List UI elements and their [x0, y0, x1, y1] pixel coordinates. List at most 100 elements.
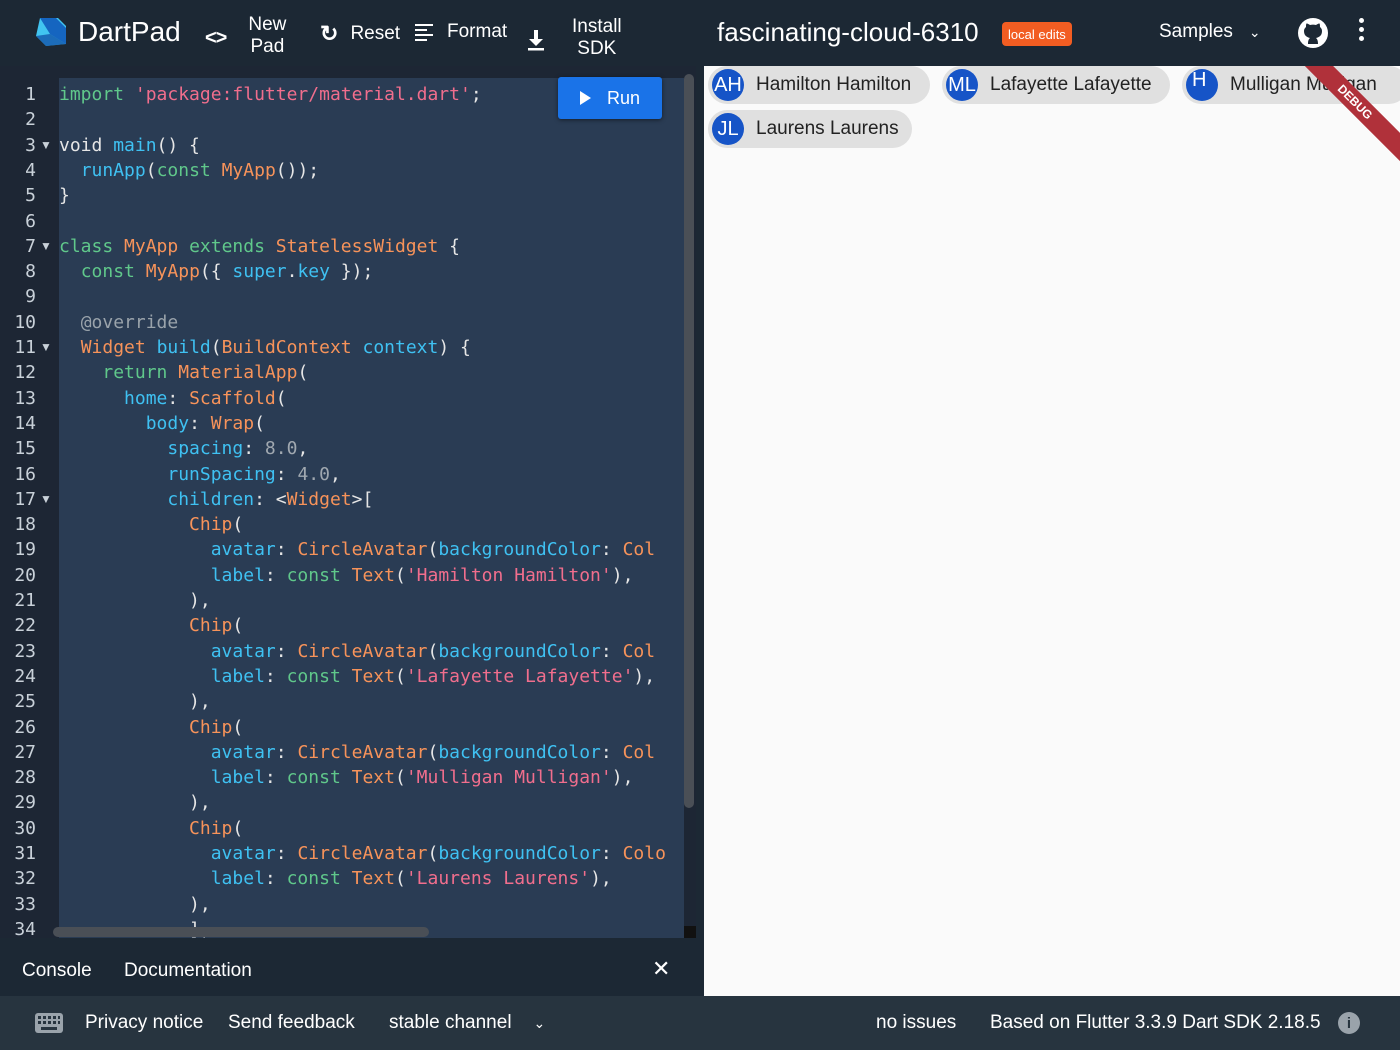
keyboard-icon	[35, 1013, 63, 1033]
code-token: import	[59, 84, 125, 105]
new-pad-label-1: New	[248, 14, 287, 35]
code-line: avatar: CircleAvatar(backgroundColor: Co…	[59, 537, 655, 562]
horizontal-scrollbar[interactable]	[53, 927, 429, 937]
line-number: 34	[14, 918, 36, 938]
code-line: label: const Text('Hamilton Hamilton'),	[59, 563, 634, 588]
code-line: ),	[59, 892, 211, 917]
code-token: home	[124, 387, 168, 409]
tab-documentation[interactable]: Documentation	[124, 960, 252, 982]
line-number: 22	[14, 615, 36, 637]
fold-arrow-icon[interactable]: ▼	[40, 133, 52, 158]
code-token: :	[600, 741, 623, 763]
code-token: CircleAvatar	[297, 843, 428, 864]
code-line: avatar: CircleAvatar(backgroundColor: Co…	[59, 639, 655, 664]
samples-dropdown[interactable]: Samples ⌄	[1159, 21, 1261, 43]
install-sdk-button[interactable]: Install SDK	[526, 16, 622, 60]
format-button[interactable]: Format	[414, 21, 507, 43]
line-number: 3	[25, 134, 36, 156]
line-number: 28	[14, 767, 36, 789]
code-line: Chip(	[59, 512, 243, 537]
code-token: :	[275, 539, 298, 561]
github-button[interactable]	[1297, 17, 1329, 49]
chip[interactable]: ML Lafayette Lafayette	[942, 66, 1170, 104]
code-token: ,	[329, 463, 341, 485]
code-token: avatar	[210, 539, 276, 561]
code-token: ),	[59, 590, 211, 611]
code-token: const	[286, 868, 341, 890]
new-pad-button[interactable]: <> New Pad	[205, 14, 286, 58]
code-line: return MaterialApp(	[59, 360, 308, 385]
code-token: (	[394, 564, 406, 586]
chip[interactable]: H Mulligan Mulligan	[1182, 66, 1400, 104]
app-preview[interactable]: AH Hamilton Hamilton ML Lafayette Lafaye…	[704, 66, 1400, 996]
close-icon[interactable]: ✕	[652, 956, 670, 982]
line-number: 7	[25, 235, 36, 257]
privacy-notice-link[interactable]: Privacy notice	[85, 996, 203, 1050]
dartpad-logo: DartPad	[32, 14, 181, 50]
code-line: runApp(const MyApp());	[59, 158, 319, 183]
reset-label: Reset	[350, 23, 401, 44]
fold-arrow-icon[interactable]: ▼	[40, 234, 52, 259]
code-token: runApp	[80, 159, 146, 181]
code-token: ) {	[438, 337, 471, 358]
fold-arrow-icon[interactable]: ▼	[40, 487, 52, 512]
send-feedback-link[interactable]: Send feedback	[228, 996, 355, 1050]
line-number: 29	[14, 792, 36, 814]
channel-dropdown[interactable]: stable channel ⌄	[389, 996, 545, 1050]
code-token: 'Laurens Laurens'	[405, 868, 591, 890]
chip-avatar: JL	[712, 113, 744, 145]
status-footer: Privacy notice Send feedback stable chan…	[0, 996, 1400, 1050]
tab-console[interactable]: Console	[22, 960, 92, 982]
fold-arrow-icon[interactable]: ▼	[40, 335, 52, 360]
more-vert-icon	[1359, 18, 1364, 41]
chip[interactable]: AH Hamilton Hamilton	[708, 66, 930, 104]
reset-button[interactable]: ↻ Reset	[320, 21, 400, 47]
code-token: Col	[622, 539, 656, 561]
code-token: Chip	[189, 817, 233, 839]
play-icon	[579, 91, 591, 105]
info-button[interactable]: i	[1338, 996, 1360, 1050]
pad-title: fascinating-cloud-6310	[717, 17, 979, 47]
code-token: 4.0	[297, 463, 330, 485]
code-editor[interactable]: 1 2 3 ▼ 4 5 6 7 ▼ 8 9 10 11 ▼ 12 13 14 15 16 17 ▼ 18 19 20 21 22 2…	[0, 66, 696, 938]
code-token: ),	[611, 767, 634, 789]
vertical-scrollbar[interactable]	[684, 74, 694, 808]
code-token: Text	[351, 665, 395, 687]
code-token: Widget	[80, 337, 146, 358]
code-token: backgroundColor	[438, 843, 601, 864]
keyboard-shortcuts-button[interactable]	[35, 996, 63, 1050]
line-number: 27	[14, 741, 36, 763]
line-number: 15	[14, 438, 36, 460]
github-icon	[1298, 18, 1328, 48]
line-number: 17	[14, 488, 36, 510]
code-token: () {	[156, 134, 200, 156]
install-sdk-label-2: SDK	[577, 38, 617, 59]
code-token: (	[297, 362, 309, 384]
code-token: void	[59, 134, 114, 156]
line-number: 25	[14, 691, 36, 713]
code-area[interactable]: import 'package:flutter/material.dart'; v…	[59, 78, 684, 938]
more-options-button[interactable]	[1359, 18, 1364, 41]
code-line: avatar: CircleAvatar(backgroundColor: Co…	[59, 740, 655, 765]
code-token: CircleAvatar	[297, 640, 428, 662]
chip-avatar: H	[1186, 69, 1218, 101]
code-token: backgroundColor	[438, 539, 601, 561]
code-token: :	[275, 843, 298, 864]
run-button[interactable]: Run	[558, 77, 662, 119]
code-token: const	[286, 767, 341, 789]
line-number: 2	[25, 109, 36, 131]
code-token: {	[438, 235, 461, 257]
line-number: 5	[25, 185, 36, 207]
line-number: 8	[25, 261, 36, 283]
chip[interactable]: JL Laurens Laurens	[708, 110, 912, 148]
code-line: children: <Widget>[	[59, 487, 373, 512]
code-token: });	[329, 261, 374, 283]
line-number: 21	[14, 590, 36, 611]
